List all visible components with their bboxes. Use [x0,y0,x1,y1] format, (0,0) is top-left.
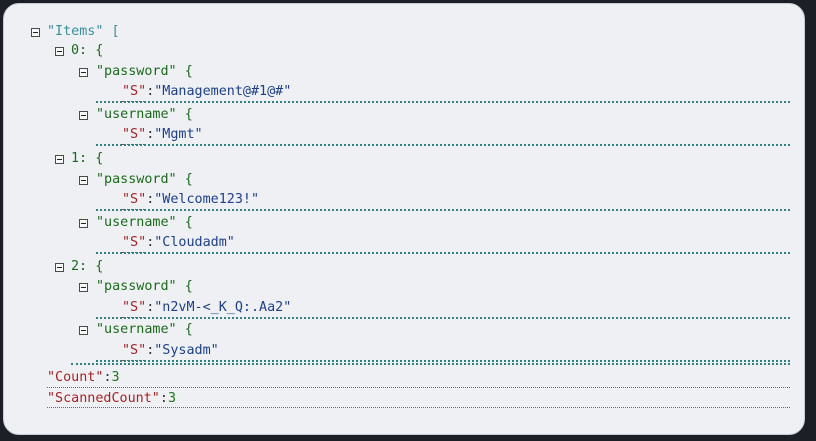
row-underline [96,209,790,211]
json-viewer-panel: "Items" [ 0: { "password" { "S":"Managem… [3,3,805,435]
row-underline [96,144,790,146]
attribute-value-row[interactable]: "S":"Management@#1@#" [122,83,291,101]
tree-node-item-0[interactable]: 0: { [71,42,103,60]
item-index: 1: [71,151,88,166]
row-underline [96,360,790,362]
attribute-value-row[interactable]: "S":"Sysadm" [122,342,219,360]
field-name: "username" [96,215,177,230]
attr-type: "S" [122,192,147,207]
row-underline [96,252,790,254]
field-brace: { [184,107,193,122]
tree-node-items[interactable]: "Items" [ [47,23,120,41]
count-sep: : [103,370,112,385]
collapse-minus-icon[interactable] [55,47,64,56]
attribute-value-row[interactable]: "S":"Mgmt" [122,126,203,144]
collapse-minus-icon[interactable] [55,263,64,272]
row-underline [96,317,790,319]
attr-value: "Mgmt" [154,127,203,142]
scanned-count-value: 3 [167,391,176,406]
field-brace: { [184,64,193,79]
row-underline [96,101,790,103]
items-array-underline [71,363,790,365]
tree-node-username[interactable]: "username" { [96,214,193,232]
scanned-count-sep: : [159,391,168,406]
collapse-minus-icon[interactable] [31,28,40,37]
tree-node-password[interactable]: "password" { [96,63,193,81]
item-index: 2: [71,259,88,274]
scanned-count-row[interactable]: "ScannedCount":3 [47,390,176,408]
field-name: "password" [96,279,177,294]
tree-node-password[interactable]: "password" { [96,171,193,189]
attr-type: "S" [122,300,147,315]
attr-type: "S" [122,235,147,250]
field-brace: { [184,279,193,294]
field-name: "password" [96,172,177,187]
field-brace: { [184,322,193,337]
attribute-value-row[interactable]: "S":"Welcome123!" [122,191,259,209]
field-brace: { [184,172,193,187]
tree-node-item-2[interactable]: 2: { [71,258,103,276]
field-name: "username" [96,107,177,122]
json-tree: "Items" [ 0: { "password" { "S":"Managem… [4,4,804,434]
items-bracket: [ [111,24,120,39]
item-brace: { [95,151,104,166]
tree-node-password[interactable]: "password" { [96,278,193,296]
item-index: 0: [71,43,88,58]
collapse-minus-icon[interactable] [79,111,88,120]
tree-node-username[interactable]: "username" { [96,106,193,124]
item-brace: { [95,259,104,274]
item-brace: { [95,43,104,58]
scanned-count-key: "ScannedCount" [47,391,160,406]
collapse-minus-icon[interactable] [79,176,88,185]
field-name: "password" [96,64,177,79]
attr-value: "n2vM-<_K_Q:.Aa2" [154,300,292,315]
attr-value: "Welcome123!" [154,192,260,207]
field-name: "username" [96,322,177,337]
count-key: "Count" [47,370,104,385]
items-key: "Items" [47,24,104,39]
attr-type: "S" [122,343,147,358]
count-value: 3 [111,370,120,385]
tree-node-username[interactable]: "username" { [96,321,193,339]
collapse-minus-icon[interactable] [55,155,64,164]
attr-value: "Management@#1@#" [154,84,292,99]
field-brace: { [184,215,193,230]
collapse-minus-icon[interactable] [79,283,88,292]
attribute-value-row[interactable]: "S":"Cloudadm" [122,234,235,252]
attr-value: "Sysadm" [154,343,219,358]
row-underline [47,407,790,408]
collapse-minus-icon[interactable] [79,68,88,77]
row-underline [47,387,790,388]
count-row[interactable]: "Count":3 [47,369,120,387]
attribute-value-row[interactable]: "S":"n2vM-<_K_Q:.Aa2" [122,299,291,317]
collapse-minus-icon[interactable] [79,219,88,228]
attr-type: "S" [122,127,147,142]
tree-node-item-1[interactable]: 1: { [71,150,103,168]
attr-value: "Cloudadm" [154,235,235,250]
collapse-minus-icon[interactable] [79,326,88,335]
attr-type: "S" [122,84,147,99]
